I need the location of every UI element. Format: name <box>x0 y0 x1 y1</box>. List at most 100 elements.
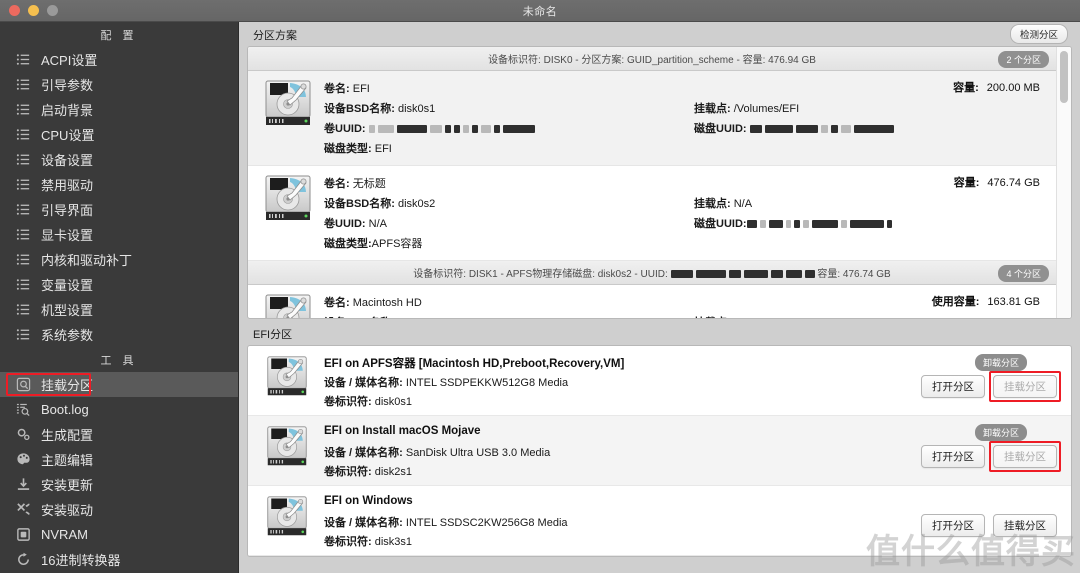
sidebar-item-label: 系统参数 <box>41 328 94 343</box>
volume-row[interactable]: 容量: 200.00 MB 卷名: EFI 设备BSD名称: disk0s1 挂载… <box>248 71 1056 166</box>
efi-button-row: 打开分区 挂载分区 <box>921 371 1061 402</box>
list-icon <box>16 229 30 240</box>
main-content: 分区方案 检测分区 设备标识符: DISK0 - 分区方案: GUID_part… <box>239 22 1080 573</box>
window-title: 未命名 <box>522 5 558 18</box>
efi-partitions-group: EFI分区 EFI on APFS容器 [Macintosh HD,Preboo… <box>247 329 1072 557</box>
efi-row-actions: 打开分区 挂载分区 <box>921 494 1057 537</box>
list-icon <box>16 127 31 142</box>
sidebar-tool-3[interactable]: 生成配置 <box>0 422 238 447</box>
efi-partitions-header: EFI分区 <box>247 329 1072 345</box>
gears-icon <box>17 428 30 441</box>
scrollbar-thumb[interactable] <box>1060 51 1068 103</box>
list-icon <box>16 202 31 217</box>
partition-scheme-header: 分区方案 <box>247 30 1072 46</box>
hard-disk-icon <box>267 356 307 396</box>
list-icon <box>16 227 31 242</box>
list-icon <box>16 154 30 165</box>
volume-capacity: 容量: 476.74 GB <box>953 177 1040 189</box>
download-icon <box>16 477 31 492</box>
app-window: 未命名 配 置 ACPI设置 引导参数 启动背景 CPU设置 设备设置 禁用驱动… <box>0 0 1080 573</box>
gears-icon <box>16 427 31 442</box>
sidebar-item-3[interactable]: 启动背景 <box>0 97 238 122</box>
list-icon <box>16 52 31 67</box>
mount-partition-button[interactable]: 挂载分区 <box>989 371 1061 402</box>
sidebar-item-label: NVRAM <box>41 527 88 542</box>
sidebar-tools-list: 挂载分区 Boot.log 生成配置 主题编辑 安装更新 安装驱动 NVRAM … <box>0 372 238 573</box>
disk-header: 设备标识符: DISK1 - APFS物理存储磁盘: disk0s2 - UUI… <box>248 261 1056 285</box>
mount-partition-button[interactable]: 挂载分区 <box>993 514 1057 537</box>
partition-scheme-panel: 设备标识符: DISK0 - 分区方案: GUID_partition_sche… <box>247 46 1072 319</box>
sidebar-item-8[interactable]: 显卡设置 <box>0 222 238 247</box>
disk-header-text: 设备标识符: DISK0 - 分区方案: GUID_partition_sche… <box>488 55 816 66</box>
volume-name-field: 卷名: 无标题 <box>324 178 386 190</box>
sidebar-item-label: 内核和驱动补丁 <box>41 253 133 268</box>
sidebar-tool-1[interactable]: 挂载分区 <box>0 372 238 397</box>
sidebar-item-11[interactable]: 机型设置 <box>0 297 238 322</box>
sidebar-item-2[interactable]: 引导参数 <box>0 72 238 97</box>
sidebar-tool-4[interactable]: 主题编辑 <box>0 447 238 472</box>
sidebar-item-label: 引导参数 <box>41 78 94 93</box>
open-partition-button[interactable]: 打开分区 <box>921 514 985 537</box>
palette-icon <box>16 452 31 467</box>
sidebar-item-10[interactable]: 变量设置 <box>0 272 238 297</box>
chip-icon <box>17 528 30 541</box>
sidebar-item-1[interactable]: ACPI设置 <box>0 47 238 72</box>
sidebar-item-label: 生成配置 <box>41 428 94 443</box>
hard-disk-icon <box>265 80 311 125</box>
list-icon <box>16 54 30 65</box>
volume-row[interactable]: 容量: 476.74 GB 卷名: 无标题 设备BSD名称: disk0s2 挂载… <box>248 166 1056 261</box>
log-search-icon <box>16 402 31 417</box>
download-icon <box>17 478 30 490</box>
sidebar-item-5[interactable]: 设备设置 <box>0 147 238 172</box>
capacity-value: 200.00 MB <box>986 82 1040 94</box>
open-partition-button[interactable]: 打开分区 <box>921 375 985 398</box>
partition-scheme-group: 分区方案 检测分区 设备标识符: DISK0 - 分区方案: GUID_part… <box>247 24 1072 319</box>
tools-icon <box>17 503 30 516</box>
list-icon <box>16 254 30 265</box>
sidebar-tool-6[interactable]: 安装驱动 <box>0 497 238 522</box>
volume-mountpoint-field: 挂载点: /Volumes/EFI <box>694 103 800 115</box>
sidebar-config-heading: 配 置 <box>100 30 138 42</box>
open-partition-button[interactable]: 打开分区 <box>921 445 985 468</box>
list-icon <box>16 129 30 140</box>
efi-partition-row[interactable]: EFI on APFS容器 [Macintosh HD,Preboot,Reco… <box>248 346 1071 416</box>
sidebar: 配 置 ACPI设置 引导参数 启动背景 CPU设置 设备设置 禁用驱动 引导界… <box>0 22 239 573</box>
efi-row-actions: 卸载分区 打开分区 挂载分区 <box>921 354 1061 402</box>
partition-count-badge: 4 个分区 <box>998 265 1049 282</box>
efi-disk-icon <box>264 495 312 546</box>
sidebar-tools-heading: 工 具 <box>100 355 138 367</box>
sidebar-item-label: 机型设置 <box>41 303 94 318</box>
sidebar-item-12[interactable]: 系统参数 <box>0 322 238 347</box>
mount-partition-button[interactable]: 挂载分区 <box>989 441 1061 472</box>
sidebar-item-9[interactable]: 内核和驱动补丁 <box>0 247 238 272</box>
sidebar-item-7[interactable]: 引导界面 <box>0 197 238 222</box>
sidebar-tool-8[interactable]: 16进制转换器 <box>0 547 238 572</box>
sidebar-item-label: 16进制转换器 <box>41 553 121 568</box>
efi-partitions-panel: EFI on APFS容器 [Macintosh HD,Preboot,Reco… <box>247 345 1072 557</box>
sidebar-item-label: 安装更新 <box>41 478 94 493</box>
disk-header-text: 设备标识符: DISK1 - APFS物理存储磁盘: disk0s2 - UUI… <box>413 269 891 280</box>
chip-icon <box>16 527 31 542</box>
redacted-uuid <box>746 220 892 229</box>
sidebar-item-label: 设备设置 <box>41 153 94 168</box>
sidebar-item-4[interactable]: CPU设置 <box>0 122 238 147</box>
volume-row[interactable]: 使用容量:163.81 GB 卷名: Macintosh HD 设备BSD名称:… <box>248 285 1056 318</box>
sidebar-item-label: CPU设置 <box>41 128 95 143</box>
sidebar-tool-7[interactable]: NVRAM <box>0 522 238 547</box>
partition-count-badge: 2 个分区 <box>998 51 1049 68</box>
efi-partition-row[interactable]: EFI on Install macOS Mojave 设备 / 媒体名称: S… <box>248 416 1071 486</box>
sidebar-item-6[interactable]: 禁用驱动 <box>0 172 238 197</box>
efi-state-badge: 卸载分区 <box>974 424 1027 441</box>
volume-diskuuid-field: 磁盘UUID: <box>694 214 1046 234</box>
sidebar-tool-5[interactable]: 安装更新 <box>0 472 238 497</box>
efi-button-row: 打开分区 挂载分区 <box>921 514 1057 537</box>
disk-header: 设备标识符: DISK0 - 分区方案: GUID_partition_sche… <box>248 47 1056 71</box>
efi-partition-row[interactable]: EFI on Windows 设备 / 媒体名称: INTEL SSDSC2KW… <box>248 486 1071 556</box>
sidebar-item-label: 安装驱动 <box>41 503 94 518</box>
sidebar-item-label: 启动背景 <box>41 103 94 118</box>
detect-partition-button[interactable]: 检测分区 <box>1009 24 1068 44</box>
sidebar-item-label: ACPI设置 <box>41 53 98 68</box>
volume-disk-icon <box>262 174 314 254</box>
partition-scheme-scrollbar[interactable] <box>1056 47 1071 318</box>
sidebar-tool-2[interactable]: Boot.log <box>0 397 238 422</box>
